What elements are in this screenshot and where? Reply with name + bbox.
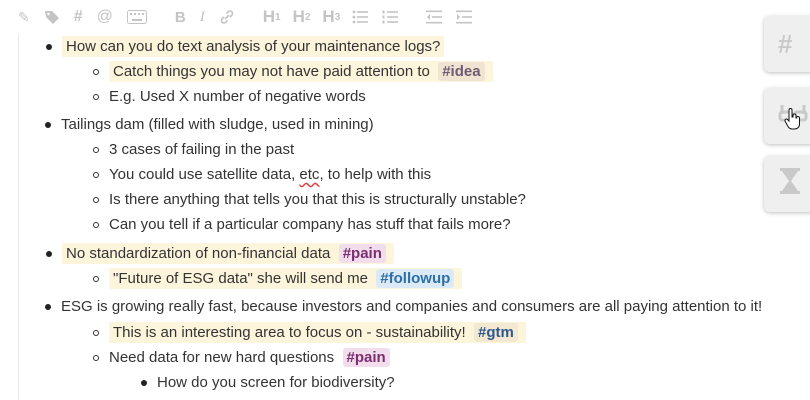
- list-item-text: This is an interesting area to focus on …: [109, 322, 527, 343]
- list-item-text: How can you do text analysis of your mai…: [62, 36, 445, 57]
- heading-1-button[interactable]: H1: [263, 7, 281, 27]
- heading-2-button[interactable]: H2: [293, 7, 311, 27]
- hashtag[interactable]: #pain: [342, 348, 390, 367]
- list-item-text: "Future of ESG data" she will send me #f…: [109, 268, 463, 289]
- list-item-text: You could use satellite data, etc, to he…: [109, 166, 432, 183]
- list-item[interactable]: "Future of ESG data" she will send me #f…: [93, 266, 463, 291]
- list-item[interactable]: Can you tell if a particular company has…: [93, 212, 511, 237]
- list-item-text: Can you tell if a particular company has…: [109, 216, 511, 233]
- bullet-circle: [93, 69, 99, 75]
- list-item-text: Catch things you may not have paid atten…: [109, 61, 493, 82]
- list-item[interactable]: Is there anything that tells you that th…: [93, 187, 526, 212]
- hashtag[interactable]: #idea: [438, 62, 485, 81]
- hash-icon[interactable]: #: [74, 7, 83, 27]
- outline-document[interactable]: How can you do text analysis of your mai…: [18, 34, 799, 400]
- hashtag[interactable]: #followup: [376, 269, 455, 288]
- italic-button[interactable]: I: [200, 7, 205, 27]
- list-item[interactable]: 3 cases of failing in the past: [93, 137, 295, 162]
- hourglass-icon: [778, 167, 802, 202]
- list-item[interactable]: How do you screen for biodiversity?: [141, 370, 395, 395]
- hashtag[interactable]: #gtm: [474, 323, 518, 342]
- list-item-text: How do you screen for biodiversity?: [157, 374, 395, 391]
- bullet-list-icon[interactable]: [352, 7, 369, 27]
- editor-toolbar: ✎ # @ B I H1 H2 H3: [0, 0, 560, 34]
- bullet-dot: [141, 380, 147, 386]
- list-item-text: No standardization of non-financial data…: [62, 243, 395, 264]
- bullet-circle: [93, 197, 99, 203]
- tag-icon[interactable]: [44, 7, 60, 27]
- list-item[interactable]: ESG is growing really fast, because inve…: [45, 294, 763, 319]
- bullet-circle: [93, 330, 99, 336]
- list-item-text: ESG is growing really fast, because inve…: [61, 298, 763, 315]
- list-item[interactable]: Tailings dam (filled with sludge, used i…: [45, 112, 374, 137]
- pen-icon[interactable]: ✎: [18, 7, 30, 27]
- misspelled-word[interactable]: etc: [299, 166, 319, 183]
- link-icon[interactable]: [219, 7, 235, 27]
- at-icon[interactable]: @: [97, 7, 113, 27]
- bold-button[interactable]: B: [175, 7, 186, 27]
- hash-icon: #: [778, 28, 793, 59]
- hashtags-panel-tab[interactable]: #: [764, 16, 810, 72]
- bullet-circle: [93, 147, 99, 153]
- hand-cursor-icon: [784, 106, 800, 137]
- list-item-text: 3 cases of failing in the past: [109, 141, 295, 158]
- bullet-dot: [46, 251, 52, 257]
- list-item-text: Need data for new hard questions #pain: [109, 348, 390, 367]
- bullet-dot: [46, 44, 52, 50]
- list-item[interactable]: How can you do text analysis of your mai…: [46, 34, 445, 59]
- list-item-text: E.g. Used X number of negative words: [109, 88, 366, 105]
- bullet-circle: [93, 276, 99, 282]
- hourglass-panel-tab[interactable]: [764, 156, 810, 212]
- bullet-circle: [93, 355, 99, 361]
- list-item[interactable]: No standardization of non-financial data…: [46, 241, 395, 266]
- heading-3-button[interactable]: H3: [322, 7, 340, 27]
- list-item[interactable]: This is an interesting area to focus on …: [93, 320, 527, 345]
- bullet-circle: [93, 222, 99, 228]
- glasses-panel-tab[interactable]: [764, 88, 810, 144]
- numbered-list-icon[interactable]: [382, 7, 399, 27]
- bullet-circle: [93, 172, 99, 178]
- list-item[interactable]: E.g. Used X number of negative words: [93, 84, 366, 109]
- list-item[interactable]: Catch things you may not have paid atten…: [93, 59, 493, 84]
- bullet-dot: [45, 122, 51, 128]
- outdent-icon[interactable]: [426, 7, 443, 27]
- list-item-text: Is there anything that tells you that th…: [109, 191, 526, 208]
- keyboard-icon[interactable]: [126, 7, 147, 27]
- indent-icon[interactable]: [456, 7, 473, 27]
- hashtag[interactable]: #pain: [338, 244, 386, 263]
- list-item[interactable]: You could use satellite data, etc, to he…: [93, 162, 432, 187]
- bullet-circle: [93, 94, 99, 100]
- list-item[interactable]: Need data for new hard questions #pain: [93, 345, 390, 370]
- bullet-dot: [45, 304, 51, 310]
- list-item-text: Tailings dam (filled with sludge, used i…: [61, 116, 374, 133]
